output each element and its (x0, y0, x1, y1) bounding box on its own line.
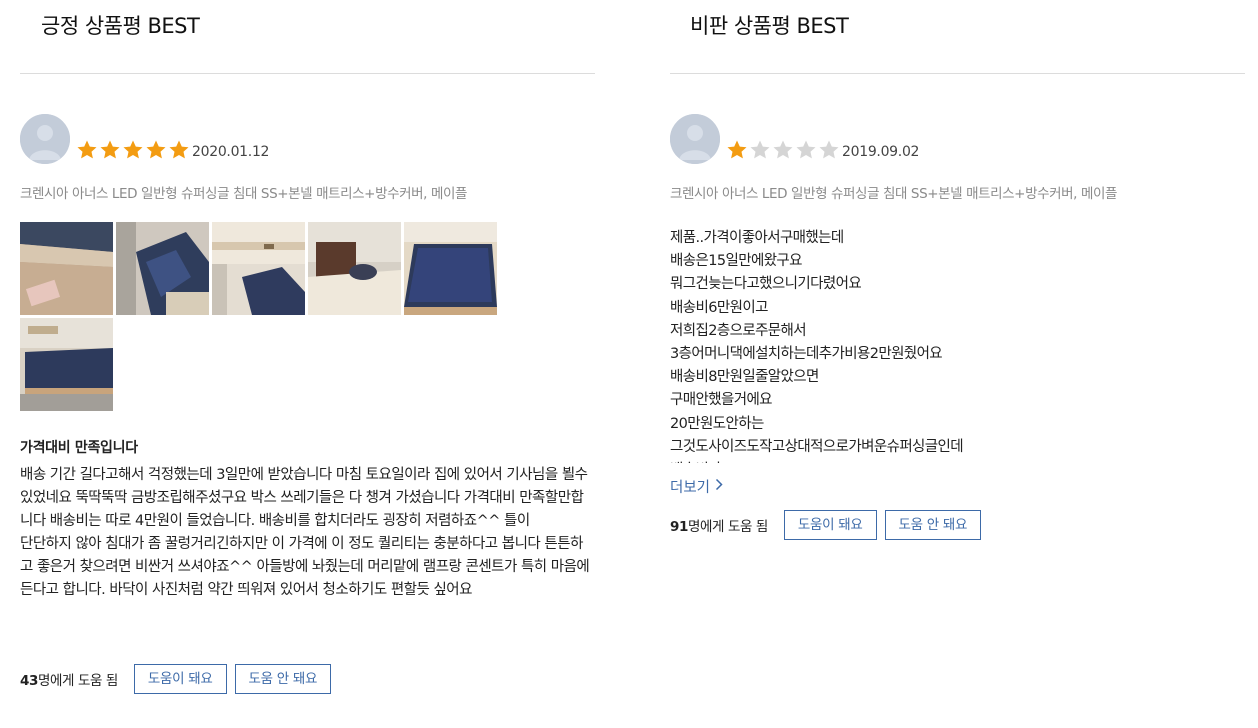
more-link[interactable]: 더보기 (670, 476, 723, 497)
review-line: 저희집2층으로주문해서 (670, 322, 807, 339)
section-divider (670, 73, 1245, 74)
review-date: 2020.01.12 (192, 144, 270, 160)
helpful-no-button[interactable]: 도움 안 돼요 (884, 510, 982, 540)
review-body: 배송 기간 길다고해서 걱정했는데 3일만에 받았습니다 마침 토요일이라 집에… (20, 464, 590, 602)
star-icon (168, 139, 190, 161)
helpful-row: 43명에게 도움 됨 도움이 돼요 도움 안 돼요 (20, 664, 339, 694)
review-photo[interactable] (212, 222, 305, 315)
review-line: 구매안했을거에요 (670, 392, 773, 409)
product-name: 크렌시아 아너스 LED 일반형 슈퍼싱글 침대 SS+본넬 매트리스+방수커버… (670, 186, 1118, 202)
helpful-yes-button[interactable]: 도움이 돼요 (783, 510, 877, 540)
more-label: 더보기 (670, 480, 711, 496)
chevron-right-icon (715, 478, 723, 495)
review-photo[interactable] (116, 222, 209, 315)
review-photo[interactable] (404, 222, 497, 315)
product-name: 크렌시아 아너스 LED 일반형 슈퍼싱글 침대 SS+본넬 매트리스+방수커버… (20, 186, 468, 202)
star-icon (99, 139, 121, 161)
user-avatar-icon (20, 114, 70, 164)
helpful-no-button[interactable]: 도움 안 돼요 (234, 664, 332, 694)
review-line: 배송비8만원일줄알았으면 (670, 369, 819, 386)
section-divider (20, 73, 595, 74)
star-icon (772, 139, 794, 161)
review-title: 가격대비 만족입니다 (20, 440, 138, 456)
star-icon (749, 139, 771, 161)
star-icon (795, 139, 817, 161)
helpful-count: 91명에게 도움 됨 (670, 519, 768, 535)
rating-stars (726, 139, 840, 161)
review-photo[interactable] (308, 222, 401, 315)
review-line: 제품..가격이좋아서구매했는데 (670, 230, 844, 246)
review-paragraph: 배송 기간 길다고해서 걱정했는데 3일만에 받았습니다 마침 토요일이라 집에… (20, 467, 588, 529)
negative-section-title: 비판 상품평 BEST (690, 14, 849, 38)
positive-section-title: 긍정 상품평 BEST (41, 14, 200, 38)
star-icon (76, 139, 98, 161)
star-icon (145, 139, 167, 161)
review-photo[interactable] (20, 318, 113, 411)
review-line: 3층어머니댁에설치하는데추가비용2만원줬어요 (670, 346, 943, 363)
rating-stars (76, 139, 190, 161)
review-line: 뭐그건늦는다고했으니기다렸어요 (670, 276, 862, 293)
review-photo[interactable] (20, 222, 113, 315)
review-line: 배송은15일만에왔구요 (670, 253, 803, 270)
star-icon (122, 139, 144, 161)
helpful-yes-button[interactable]: 도움이 돼요 (133, 664, 227, 694)
star-icon (726, 139, 748, 161)
user-avatar-icon (670, 114, 720, 164)
review-date: 2019.09.02 (842, 144, 920, 160)
review-line: 20만원도안하는 (670, 415, 764, 432)
review-line: 그것도사이즈도작고상대적으로가벼운슈퍼싱글인데 (670, 438, 964, 455)
review-paragraph: 단단하지 않아 침대가 좀 꿀렁거리긴하지만 이 가격에 이 정도 퀄리티는 충… (20, 536, 590, 598)
review-line: 배송비6만원이고 (670, 299, 768, 316)
helpful-row: 91명에게 도움 됨 도움이 돼요 도움 안 돼요 (670, 510, 989, 540)
star-icon (818, 139, 840, 161)
review-body: 제품..가격이좋아서구매했는데배송은15일만에왔구요뭐그건늦는다고했으니기다렸어… (670, 227, 1240, 463)
helpful-count: 43명에게 도움 됨 (20, 673, 118, 689)
review-line: 배송비가 (670, 459, 1240, 463)
